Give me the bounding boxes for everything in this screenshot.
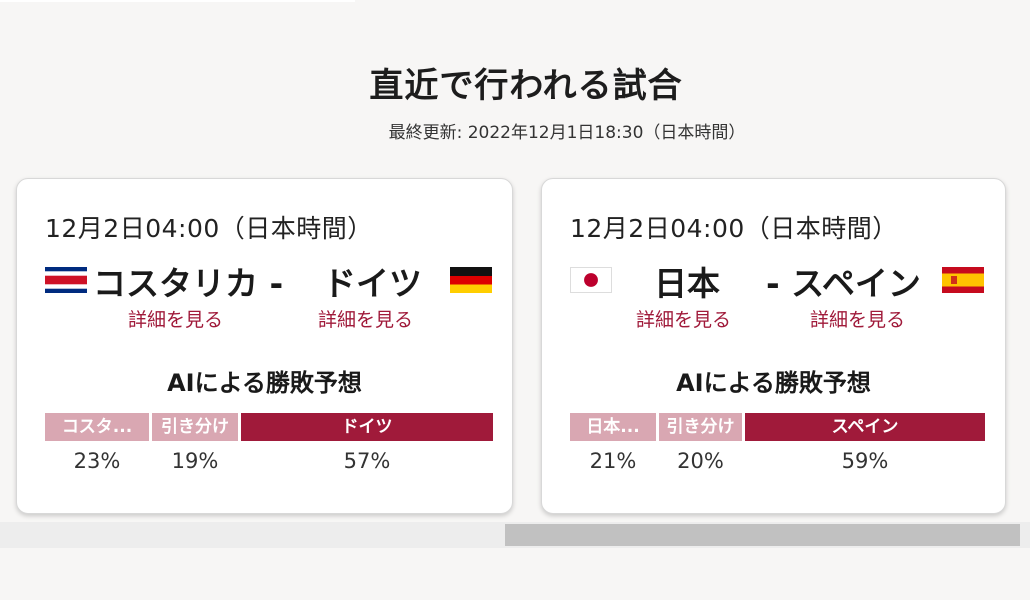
away-win-percent: 57%: [343, 449, 391, 473]
prediction-title: AIによる勝敗予想: [167, 369, 362, 397]
top-divider: [0, 0, 355, 2]
away-detail-link[interactable]: 詳細を見る: [318, 305, 413, 332]
prediction-bar: コスタ... 引き分け ドイツ: [45, 413, 493, 441]
teams-row: 日本 - スペイン: [542, 257, 1005, 303]
draw-percent: 19%: [171, 449, 219, 473]
away-win-segment: ドイツ: [241, 413, 493, 441]
match-datetime: 12月2日04:00（日本時間）: [570, 214, 898, 243]
match-card-costa-rica-germany: 12月2日04:00（日本時間） コスタリカ - ドイツ 詳細を見る 詳細を見る…: [16, 178, 513, 514]
home-detail-link[interactable]: 詳細を見る: [636, 305, 731, 332]
spain-flag-icon: [942, 267, 984, 293]
home-win-segment: 日本...: [570, 413, 656, 441]
away-team-name[interactable]: ドイツ: [323, 257, 422, 305]
home-team-name[interactable]: コスタリカ -: [93, 257, 283, 305]
away-win-percent: 59%: [841, 449, 889, 473]
prediction-title: AIによる勝敗予想: [676, 369, 871, 397]
germany-flag-icon: [450, 267, 492, 293]
home-win-percent: 23%: [73, 449, 121, 473]
draw-percent: 20%: [677, 449, 724, 473]
last-updated-text: 最終更新: 2022年12月1日18:30（日本時間）: [388, 123, 746, 143]
section-title: 直近で行われる試合: [369, 66, 683, 106]
match-card-japan-spain: 12月2日04:00（日本時間） 日本 - スペイン 詳細を見る 詳細を見る A…: [541, 178, 1006, 514]
japan-flag-icon: [570, 267, 612, 293]
draw-segment: 引き分け: [152, 413, 238, 441]
home-team-name[interactable]: 日本: [654, 257, 720, 305]
home-detail-link[interactable]: 詳細を見る: [128, 305, 223, 332]
costa-rica-flag-icon: [45, 267, 87, 293]
home-win-segment: コスタ...: [45, 413, 149, 441]
away-detail-link[interactable]: 詳細を見る: [810, 305, 905, 332]
away-win-segment: スペイン: [745, 413, 985, 441]
match-datetime: 12月2日04:00（日本時間）: [45, 214, 373, 243]
away-team-name[interactable]: - スペイン: [766, 257, 921, 305]
draw-segment: 引き分け: [659, 413, 742, 441]
horizontal-scrollbar-thumb[interactable]: [505, 524, 1020, 546]
prediction-bar: 日本... 引き分け スペイン: [570, 413, 985, 441]
home-win-percent: 21%: [589, 449, 637, 473]
teams-row: コスタリカ - ドイツ: [17, 257, 512, 303]
